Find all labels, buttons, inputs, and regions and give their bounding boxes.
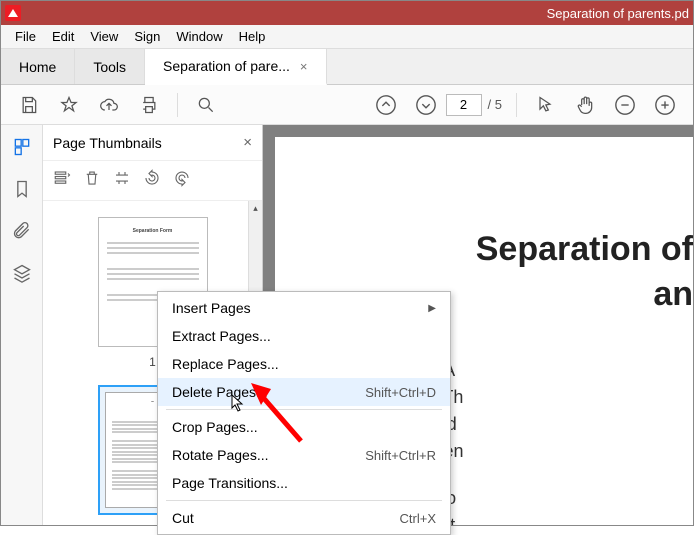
thumb-options-button[interactable] [53, 169, 71, 192]
thumb-rotate-cw-button[interactable] [173, 169, 191, 192]
print-button[interactable] [133, 89, 165, 121]
menu-rotate-pages[interactable]: Rotate Pages...Shift+Ctrl+R [158, 441, 450, 469]
menu-help[interactable]: Help [231, 27, 274, 46]
menu-cut[interactable]: CutCtrl+X [158, 504, 450, 532]
star-button[interactable] [53, 89, 85, 121]
menu-page-transitions[interactable]: Page Transitions... [158, 469, 450, 497]
save-button[interactable] [13, 89, 45, 121]
hand-tool-button[interactable] [569, 89, 601, 121]
tab-document[interactable]: Separation of pare... × [145, 49, 326, 85]
menu-replace-pages[interactable]: Replace Pages... [158, 350, 450, 378]
attachments-panel-button[interactable] [10, 219, 34, 243]
menu-view[interactable]: View [82, 27, 126, 46]
menu-separator [166, 409, 442, 410]
context-menu: Insert Pages▶ Extract Pages... Replace P… [157, 291, 451, 535]
tab-close-icon[interactable]: × [300, 59, 308, 74]
upload-cloud-button[interactable] [93, 89, 125, 121]
search-button[interactable] [190, 89, 222, 121]
scroll-up-icon[interactable]: ▴ [249, 201, 262, 215]
thumbnail-panel-close-icon[interactable]: × [243, 134, 252, 151]
thumb-insert-button[interactable] [113, 169, 131, 192]
app-logo-icon [5, 5, 21, 21]
zoom-out-button[interactable] [609, 89, 641, 121]
thumb-rotate-ccw-button[interactable] [143, 169, 161, 192]
pointer-tool-button[interactable] [529, 89, 561, 121]
delete-shortcut: Shift+Ctrl+D [365, 385, 436, 400]
menu-delete-pages[interactable]: Delete Pages...Shift+Ctrl+D [158, 378, 450, 406]
left-rail [1, 125, 43, 525]
menu-file[interactable]: File [7, 27, 44, 46]
title-bar: Separation of parents.pd [1, 1, 693, 25]
thumbnail-panel-header: Page Thumbnails × [43, 125, 262, 161]
thumbnail-panel-title: Page Thumbnails [53, 135, 162, 151]
menu-edit[interactable]: Edit [44, 27, 82, 46]
tab-home[interactable]: Home [1, 49, 75, 84]
thumbnails-panel-button[interactable] [10, 135, 34, 159]
submenu-arrow-icon: ▶ [428, 303, 436, 314]
thumb-delete-button[interactable] [83, 169, 101, 192]
tab-document-label: Separation of pare... [163, 58, 290, 74]
tab-tools[interactable]: Tools [75, 49, 145, 84]
page-down-button[interactable] [410, 89, 442, 121]
menu-extract-pages[interactable]: Extract Pages... [158, 322, 450, 350]
page-number-input[interactable] [446, 94, 482, 116]
menu-window[interactable]: Window [168, 27, 230, 46]
thumbnail-toolbar [43, 161, 262, 201]
page-up-button[interactable] [370, 89, 402, 121]
cut-shortcut: Ctrl+X [400, 511, 436, 526]
bookmarks-panel-button[interactable] [10, 177, 34, 201]
menu-insert-pages[interactable]: Insert Pages▶ [158, 294, 450, 322]
menu-separator [166, 500, 442, 501]
zoom-in-button[interactable] [649, 89, 681, 121]
menu-sign[interactable]: Sign [126, 27, 168, 46]
page-total-label: / 5 [488, 97, 502, 112]
main-toolbar: / 5 [1, 85, 693, 125]
layers-panel-button[interactable] [10, 261, 34, 285]
window-title: Separation of parents.pd [547, 6, 689, 21]
tab-bar: Home Tools Separation of pare... × [1, 49, 693, 85]
rotate-shortcut: Shift+Ctrl+R [365, 448, 436, 463]
menu-bar: File Edit View Sign Window Help [1, 25, 693, 49]
menu-crop-pages[interactable]: Crop Pages... [158, 413, 450, 441]
